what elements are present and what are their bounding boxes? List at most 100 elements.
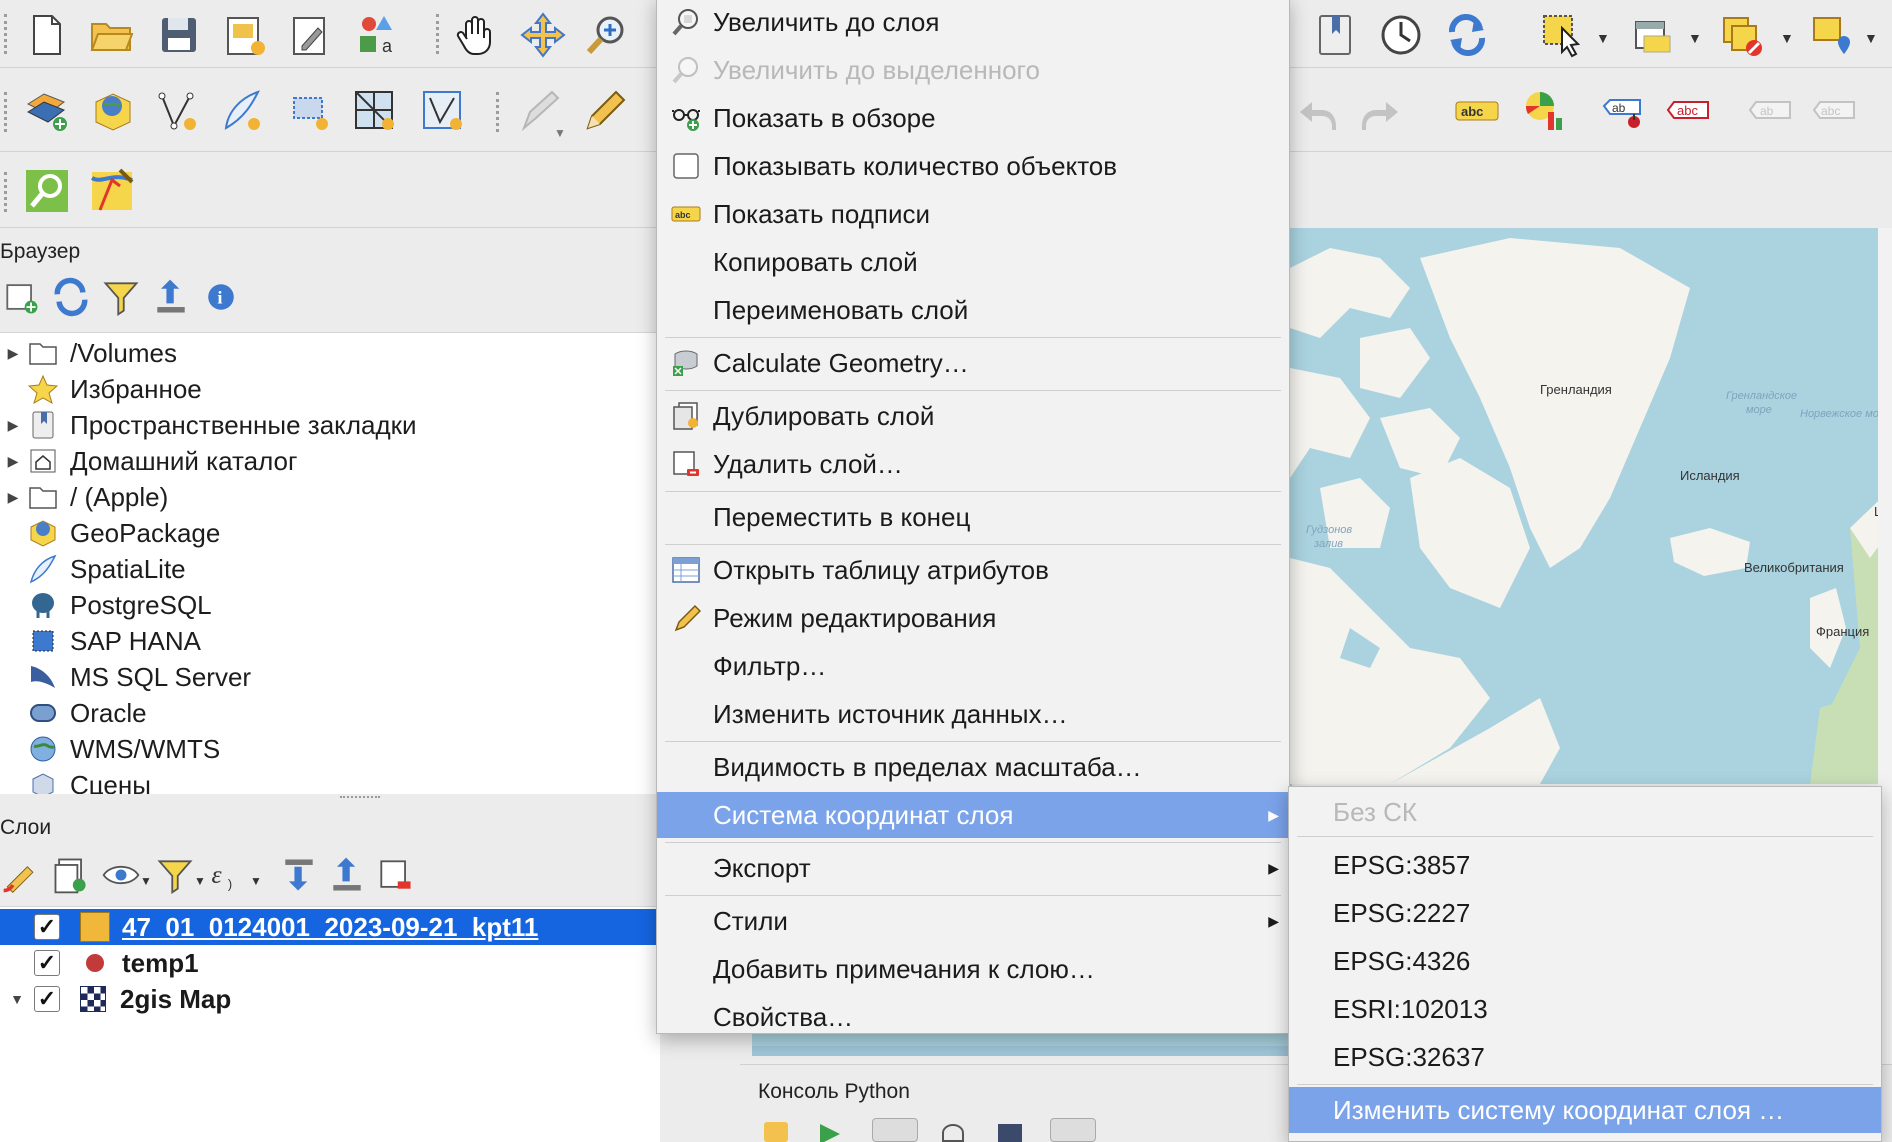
add-raster-icon[interactable] xyxy=(286,88,332,134)
browser-item-oracle[interactable]: Oracle xyxy=(0,695,650,731)
style-paint-icon[interactable] xyxy=(0,854,42,896)
menu-item-14[interactable]: Изменить источник данных… xyxy=(657,691,1289,737)
crs-option-2[interactable]: EPSG:2227 xyxy=(1289,890,1881,936)
select-features-icon[interactable] xyxy=(1540,12,1586,58)
menu-item-6[interactable]: Переименовать слой xyxy=(657,287,1289,333)
menu-item-9[interactable]: Удалить слой… xyxy=(657,441,1289,487)
menu-item-16[interactable]: Система координат слоя ▶ xyxy=(657,792,1289,838)
crs-option-3[interactable]: EPSG:4326 xyxy=(1289,938,1881,984)
collapse-all-icon[interactable] xyxy=(150,276,192,318)
label-toolbar-icon[interactable]: ab xyxy=(1748,88,1794,134)
identify-icon[interactable] xyxy=(1810,12,1856,58)
remove-layer-icon[interactable] xyxy=(374,854,416,896)
label-toolbar-icon[interactable]: abc xyxy=(1666,88,1712,134)
menu-item-19[interactable]: Добавить примечания к слою… xyxy=(657,946,1289,992)
add-group-icon[interactable] xyxy=(50,854,92,896)
browser-item-apple[interactable]: ▶ / (Apple) xyxy=(0,479,650,515)
crs-option-5[interactable]: EPSG:32637 xyxy=(1289,1034,1881,1080)
pencil-icon[interactable] xyxy=(580,88,626,134)
add-vector-icon[interactable] xyxy=(218,88,264,134)
expand-arrow-icon[interactable]: ▶ xyxy=(0,417,26,434)
pin-label-icon[interactable]: ab xyxy=(1600,88,1646,134)
expand-all-icon[interactable] xyxy=(278,854,320,896)
filter-icon[interactable] xyxy=(154,854,196,896)
layer-visibility-checkbox[interactable]: ✓ xyxy=(34,986,60,1012)
redo-icon[interactable] xyxy=(1358,92,1404,138)
map-tools-icon[interactable] xyxy=(90,168,136,214)
chevron-down-icon[interactable]: ▼ xyxy=(1596,30,1610,46)
attribute-table-icon[interactable] xyxy=(1630,12,1676,58)
toolbar-grip[interactable] xyxy=(436,14,442,54)
info-icon[interactable]: i xyxy=(200,276,242,318)
add-layer-icon[interactable] xyxy=(24,88,70,134)
browser-item-домашний-каталог[interactable]: ▶ Домашний каталог xyxy=(0,443,650,479)
dock-icon[interactable] xyxy=(1050,1118,1096,1142)
settings-wrench-icon[interactable] xyxy=(942,1124,964,1142)
pan-to-selection-icon[interactable] xyxy=(520,12,566,58)
add-vector-tile-icon[interactable] xyxy=(420,88,466,134)
change-crs-button[interactable]: Изменить систему координат слоя … xyxy=(1289,1087,1881,1133)
menu-item-18[interactable]: Стили ▶ xyxy=(657,898,1289,944)
clear-console-icon[interactable] xyxy=(764,1122,788,1142)
expand-arrow-icon[interactable]: ▶ xyxy=(0,345,26,362)
menu-item-13[interactable]: Фильтр… xyxy=(657,643,1289,689)
new-print-layout-icon[interactable] xyxy=(222,12,268,58)
crs-option-4[interactable]: ESRI:102013 xyxy=(1289,986,1881,1032)
pan-hand-icon[interactable] xyxy=(452,12,498,58)
menu-item-11[interactable]: Открыть таблицу атрибутов xyxy=(657,547,1289,593)
toolbar-grip[interactable] xyxy=(4,14,10,54)
menu-item-20[interactable]: Свойства… xyxy=(657,994,1289,1040)
collapse-all-icon[interactable] xyxy=(326,854,368,896)
menu-item-4[interactable]: abc Показать подписи xyxy=(657,191,1289,237)
browser-item-сцены[interactable]: Сцены xyxy=(0,767,650,794)
toolbar-grip[interactable] xyxy=(496,92,502,132)
menu-item-17[interactable]: Экспорт ▶ xyxy=(657,845,1289,891)
chevron-down-icon[interactable]: ▼ xyxy=(194,874,206,888)
help-icon[interactable] xyxy=(998,1124,1022,1142)
browser-item-пространственные-закладки[interactable]: ▶ Пространственные закладки xyxy=(0,407,650,443)
expand-arrow-icon[interactable]: ▶ xyxy=(0,453,26,470)
splitter-handle[interactable] xyxy=(340,796,380,800)
browser-item-postgresql[interactable]: PostgreSQL xyxy=(0,587,650,623)
menu-item-0[interactable]: Увеличить до слоя xyxy=(657,0,1289,45)
search-icon[interactable] xyxy=(24,168,70,214)
toolbar-grip[interactable] xyxy=(4,172,10,212)
chevron-down-icon[interactable]: ▼ xyxy=(140,874,152,888)
expand-arrow-icon[interactable]: ▶ xyxy=(0,489,26,506)
add-mesh-icon[interactable] xyxy=(352,88,398,134)
layer-item-1[interactable]: ✓ temp1 xyxy=(0,945,660,981)
save-project-icon[interactable] xyxy=(156,12,202,58)
label-icon[interactable]: abc xyxy=(1454,88,1500,134)
add-selected-layers-icon[interactable] xyxy=(0,276,42,318)
filter-icon[interactable] xyxy=(100,276,142,318)
open-project-icon[interactable] xyxy=(88,12,134,58)
expression-filter-icon[interactable]: ε) xyxy=(206,854,248,896)
expand-arrow-icon[interactable]: ▼ xyxy=(0,991,34,1007)
crs-option-1[interactable]: EPSG:3857 xyxy=(1289,842,1881,888)
label-toolbar-icon[interactable]: abc xyxy=(1812,88,1858,134)
chevron-down-icon[interactable]: ▼ xyxy=(554,126,566,140)
menu-item-7[interactable]: Calculate Geometry… xyxy=(657,340,1289,386)
browser-item-wms-wmts[interactable]: WMS/WMTS xyxy=(0,731,650,767)
menu-item-12[interactable]: Режим редактирования xyxy=(657,595,1289,641)
layer-visibility-checkbox[interactable]: ✓ xyxy=(34,950,60,976)
style-manager-icon[interactable]: a xyxy=(354,12,400,58)
browser-item-geopackage[interactable]: GeoPackage xyxy=(0,515,650,551)
clock-icon[interactable] xyxy=(1378,12,1424,58)
layout-manager-icon[interactable] xyxy=(288,12,334,58)
menu-item-8[interactable]: Дублировать слой xyxy=(657,393,1289,439)
layer-visibility-checkbox[interactable]: ✓ xyxy=(34,914,60,940)
refresh-icon[interactable] xyxy=(50,276,92,318)
zoom-in-icon[interactable] xyxy=(584,12,630,58)
browser-item-избранное[interactable]: Избранное xyxy=(0,371,650,407)
digitize-icon[interactable] xyxy=(154,88,200,134)
chevron-down-icon[interactable]: ▼ xyxy=(1688,30,1702,46)
add-geopackage-icon[interactable] xyxy=(90,88,136,134)
browser-item-ms-sql-server[interactable]: MS SQL Server xyxy=(0,659,650,695)
menu-item-15[interactable]: Видимость в пределах масштаба… xyxy=(657,744,1289,790)
browser-item-sap-hana[interactable]: SAP HANA xyxy=(0,623,650,659)
chevron-down-icon[interactable]: ▼ xyxy=(1780,30,1794,46)
refresh-icon[interactable] xyxy=(1444,12,1490,58)
layer-item-0[interactable]: ✓ 47_01_0124001_2023-09-21_kpt11 xyxy=(0,909,660,945)
chevron-down-icon[interactable]: ▼ xyxy=(250,874,262,888)
